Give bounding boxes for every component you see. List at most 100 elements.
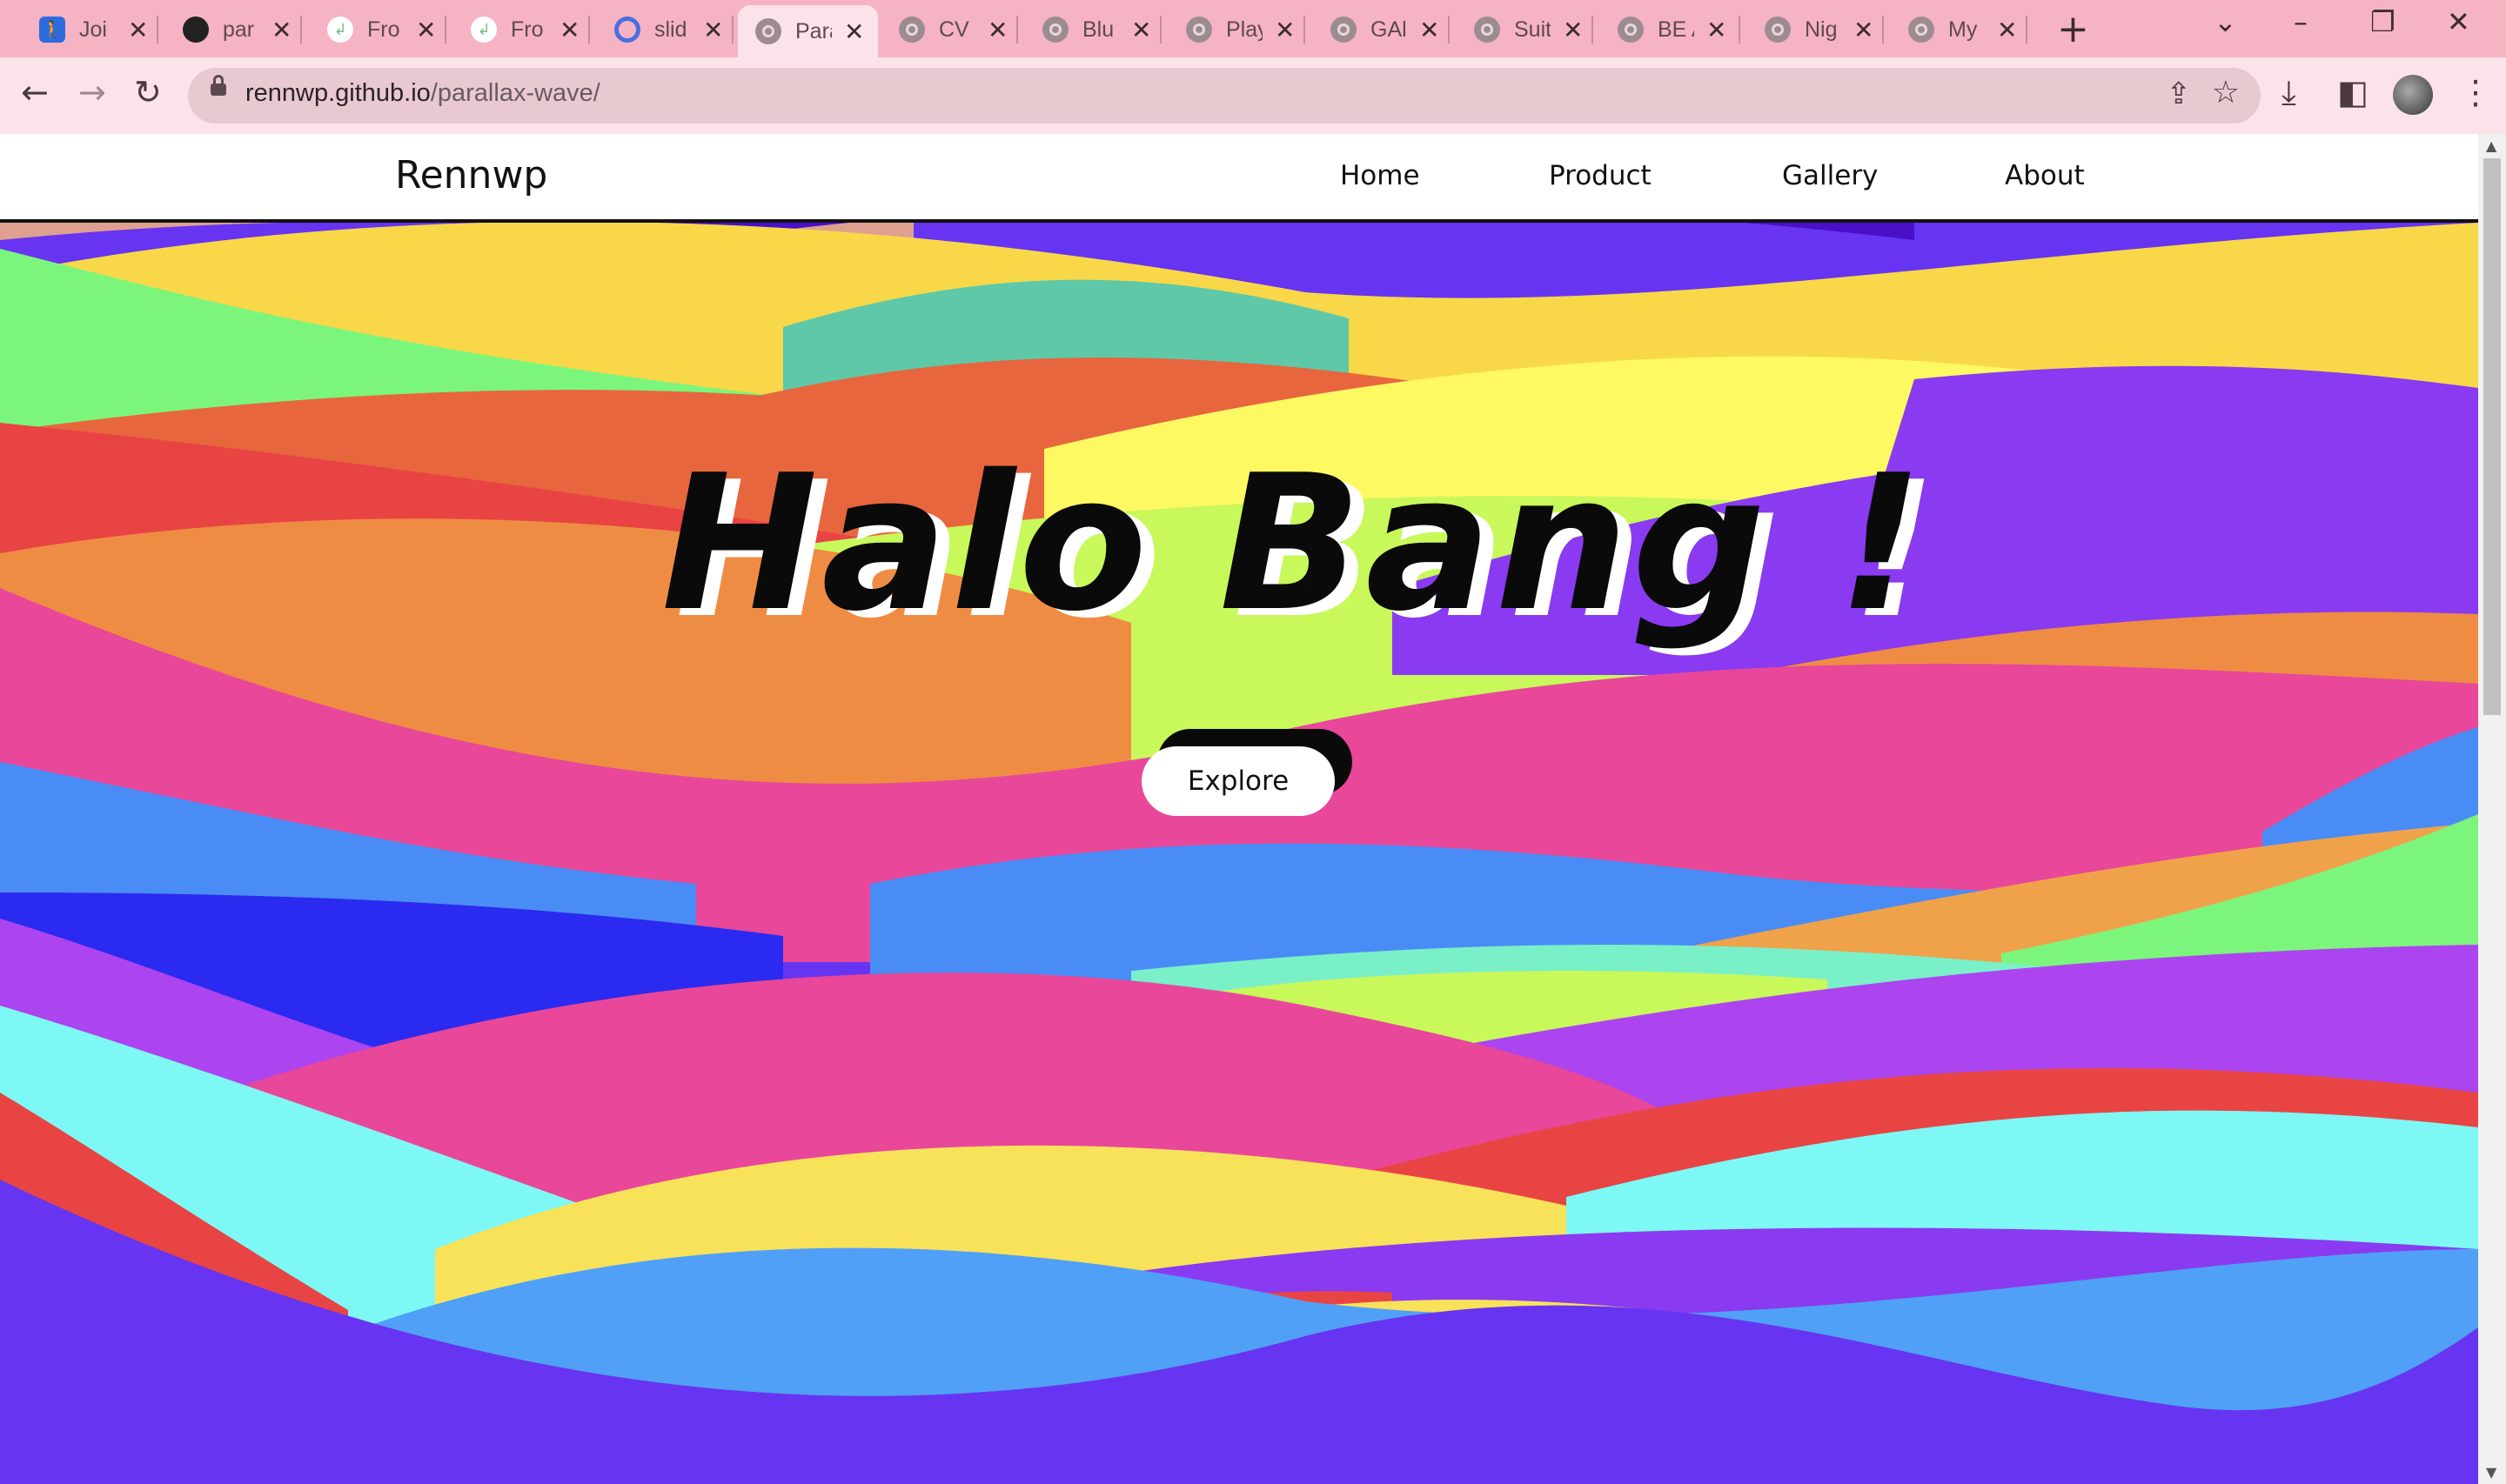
new-tab-button[interactable]: + [2057,7,2089,51]
tab-separator [732,16,734,43]
tab-separator [2026,16,2027,43]
nav-product[interactable]: Product [1549,160,1652,191]
nav-gallery[interactable]: Gallery [1782,160,1878,191]
tab-title: Play [1226,17,1263,42]
hero-title: Halo Bang ! [661,434,1927,652]
browser-tab[interactable]: Nig ✕ [1747,9,1884,50]
tab-separator [300,16,302,43]
profile-avatar[interactable] [2393,75,2433,115]
restore-icon[interactable]: ❐ [2370,5,2395,38]
tab-title: Fro [511,17,544,42]
globe-icon [1908,17,1934,43]
browser-tab[interactable]: ↲ Fro ✕ [453,9,590,50]
tab-close-icon[interactable]: ✕ [988,16,1008,44]
tab-close-icon[interactable]: ✕ [1706,16,1726,44]
back-icon[interactable]: ← [21,73,49,111]
side-panel-icon[interactable]: ◧ [2337,73,2369,111]
site-icon: ↲ [471,17,497,43]
tab-title: BE A [1658,17,1694,42]
address-bar[interactable]: rennwp.github.io/parallax-wave/ ⇪ ☆ [188,68,2261,124]
globe-icon [1474,17,1500,43]
browser-tab[interactable]: CV ✕ [881,9,1018,50]
tab-title: Fro [367,17,400,42]
globe-icon [755,18,781,44]
page-viewport: Rennwp Home Product Gallery About Halo B… [0,134,2478,1484]
tab-separator [1882,16,1884,43]
tab-title: CV [939,17,969,42]
github-icon [183,17,209,43]
tab-separator [1160,16,1162,43]
scrollbar-thumb[interactable] [2483,158,2501,715]
ring-icon [614,17,640,43]
nav-home[interactable]: Home [1340,160,1420,191]
tab-close-icon[interactable]: ✕ [1997,16,2017,44]
tab-close-icon[interactable]: ✕ [1275,16,1295,44]
close-window-icon[interactable]: ✕ [2447,5,2470,38]
scroll-down-arrow-icon[interactable]: ▼ [2486,1464,2496,1481]
site-navbar: Rennwp Home Product Gallery About [0,134,2478,223]
parallax-wave-background [0,223,2478,1484]
share-icon[interactable]: ⇪ [2167,77,2192,111]
minimize-icon[interactable]: – [2294,5,2308,38]
tab-close-icon[interactable]: ✕ [1853,16,1873,44]
browser-tab[interactable]: Para ✕ [738,5,878,57]
reload-icon[interactable]: ↻ [134,73,162,111]
tab-separator [1303,16,1305,43]
site-icon: ↲ [327,17,353,43]
scroll-up-arrow-icon[interactable]: ▲ [2486,137,2496,154]
globe-icon [1618,17,1644,43]
menu-icon[interactable]: ⋮ [2459,73,2492,111]
tab-separator [1591,16,1593,43]
globe-icon [1765,17,1791,43]
tab-title: par [223,17,255,42]
browser-tab[interactable]: My ✕ [1891,9,2027,50]
globe-icon [1186,17,1212,43]
tab-title: Para [795,18,832,43]
tab-close-icon[interactable]: ✕ [559,16,580,44]
browser-tab[interactable]: GAl ✕ [1313,9,1450,50]
tab-close-icon[interactable]: ✕ [1419,16,1439,44]
tab-close-icon[interactable]: ✕ [844,17,864,46]
tab-separator [1739,16,1740,43]
browser-tab[interactable]: Play ✕ [1169,9,1305,50]
site-brand[interactable]: Rennwp [395,153,547,197]
forward-icon[interactable]: → [78,73,106,111]
url-host: rennwp.github.io [245,79,431,107]
bookmark-star-icon[interactable]: ☆ [2212,75,2240,110]
tab-close-icon[interactable]: ✕ [128,16,148,44]
page-scrollbar[interactable]: ▲ ▼ [2478,134,2506,1484]
browser-tab[interactable]: Blu ✕ [1025,9,1162,50]
tab-separator [157,16,158,43]
tab-title: My [1948,17,1978,42]
browser-toolbar: ← → ↻ rennwp.github.io/parallax-wave/ ⇪ … [0,57,2506,134]
tab-title: Suit [1514,17,1551,42]
download-icon[interactable]: ⤓ [2282,73,2296,112]
hiking-icon: 🚶 [39,17,65,43]
explore-button[interactable]: Explore [1142,746,1335,816]
tab-separator [1448,16,1450,43]
browser-tab[interactable]: ↲ Fro ✕ [310,9,446,50]
tab-title: Nig [1805,17,1838,42]
browser-tab[interactable]: par ✕ [165,9,302,50]
browser-tab[interactable]: Suit ✕ [1457,9,1593,50]
tab-separator [588,16,590,43]
globe-icon [1330,17,1357,43]
tab-close-icon[interactable]: ✕ [1131,16,1151,44]
tab-title: slid [654,17,687,42]
tab-search-icon[interactable]: ⌄ [2214,5,2237,38]
tab-close-icon[interactable]: ✕ [703,16,723,44]
globe-icon [899,17,925,43]
tab-close-icon[interactable]: ✕ [1563,16,1583,44]
lock-icon[interactable] [211,75,226,96]
browser-tab[interactable]: BE A ✕ [1600,9,1740,50]
url-path: /parallax-wave/ [430,79,600,107]
url-text[interactable]: rennwp.github.io/parallax-wave/ [245,79,600,108]
tab-title: Blu [1082,17,1115,42]
tab-close-icon[interactable]: ✕ [271,16,291,44]
tab-strip: 🚶Joi✕par✕↲Fro✕↲Fro✕slid✕Para✕CV✕Blu✕Play… [0,0,2506,57]
browser-tab[interactable]: slid ✕ [597,9,734,50]
nav-about[interactable]: About [2005,160,2085,191]
browser-tab[interactable]: 🚶 Joi ✕ [22,9,158,50]
tab-separator [445,16,446,43]
tab-close-icon[interactable]: ✕ [416,16,436,44]
